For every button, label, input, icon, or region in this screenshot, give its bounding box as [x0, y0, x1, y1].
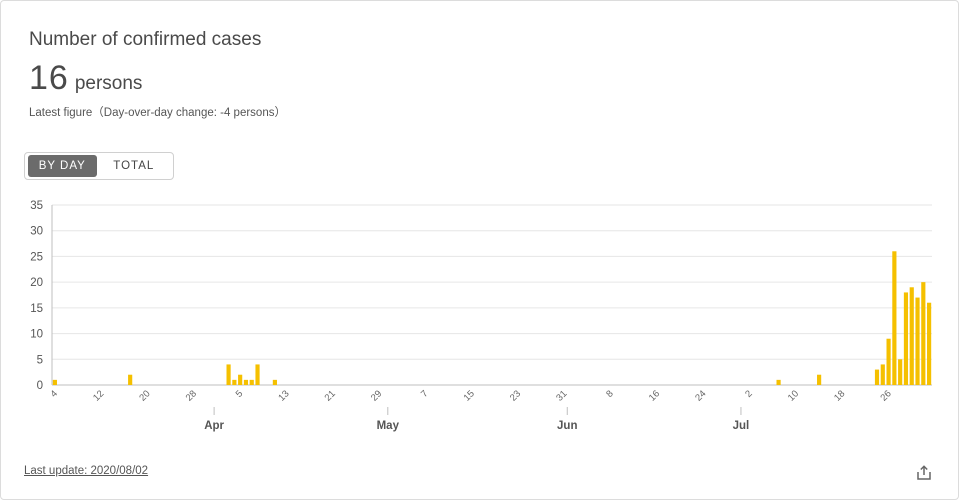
y-tick-label: 10 — [30, 329, 43, 341]
card: Number of confirmed cases 16 persons Late… — [0, 0, 959, 500]
x-tick-label: 12 — [91, 388, 106, 403]
x-tick-label: 5 — [234, 388, 246, 400]
data-bar — [238, 374, 243, 385]
x-tick-label: 7 — [419, 388, 431, 400]
x-tick-label: 23 — [508, 388, 523, 403]
x-tick-label: 31 — [554, 388, 569, 403]
by-day-button[interactable]: BY DAY — [28, 155, 97, 177]
y-tick-label: 25 — [30, 251, 43, 263]
data-bar — [776, 379, 781, 385]
data-bar — [886, 338, 891, 385]
x-tick-label: 10 — [786, 388, 801, 403]
data-bar — [255, 364, 260, 385]
data-bar — [921, 282, 926, 385]
data-bar — [226, 364, 231, 385]
x-tick-label: 4 — [48, 388, 60, 400]
month-label: May — [377, 420, 400, 432]
y-tick-label: 20 — [30, 277, 43, 289]
x-tick-label: 16 — [647, 388, 662, 403]
x-tick-label: 2 — [743, 388, 755, 400]
figure-subtitle: Latest figure（Day-over-day change: -4 pe… — [29, 107, 286, 119]
x-tick-label: 28 — [184, 388, 199, 403]
data-bar — [898, 359, 903, 385]
y-tick-label: 35 — [30, 200, 43, 212]
x-tick-label: 8 — [604, 388, 616, 400]
data-bar — [892, 251, 897, 385]
latest-figure: 16 persons — [29, 59, 142, 98]
total-button[interactable]: TOTAL — [97, 155, 171, 177]
data-bar — [52, 379, 57, 385]
data-bar — [903, 292, 909, 385]
cases-bar-chart: 0 5 10 15 20 25 30 35 4 12 20 28 5 13 21 29 7 15 23 31 8 16 24… — [30, 200, 932, 432]
data-bar — [128, 374, 133, 385]
x-tick-label: 13 — [276, 388, 291, 403]
data-bar — [817, 374, 822, 385]
x-tick-label: 20 — [137, 388, 152, 403]
data-bar — [915, 297, 920, 385]
data-bar — [249, 379, 254, 385]
data-bar — [232, 379, 237, 385]
month-label: Jun — [557, 420, 577, 432]
data-bar — [880, 364, 885, 385]
month-label: Jul — [733, 420, 750, 432]
data-bar — [243, 379, 249, 385]
y-tick-label: 5 — [37, 354, 43, 366]
y-tick-label: 15 — [30, 303, 43, 315]
share-icon[interactable] — [915, 464, 933, 482]
y-tick-label: 0 — [37, 380, 43, 392]
x-tick-label: 21 — [323, 388, 338, 403]
x-tick-label: 29 — [369, 388, 384, 403]
last-update-link[interactable]: Last update: 2020/08/02 — [24, 465, 148, 477]
x-tick-label: 24 — [693, 388, 708, 403]
x-tick-label: 15 — [462, 388, 477, 403]
data-bar — [874, 369, 880, 385]
x-tick-label: 18 — [832, 388, 847, 403]
view-toggle: BY DAY TOTAL — [24, 152, 174, 180]
figure-unit: persons — [74, 73, 143, 94]
data-bar — [272, 379, 277, 385]
data-bar — [909, 287, 914, 385]
y-tick-label: 30 — [30, 226, 43, 238]
data-bar — [927, 302, 932, 385]
figure-value: 16 — [29, 59, 69, 97]
x-tick-label: 26 — [878, 388, 893, 403]
month-label: Apr — [204, 420, 224, 432]
card-title: Number of confirmed cases — [29, 29, 262, 50]
